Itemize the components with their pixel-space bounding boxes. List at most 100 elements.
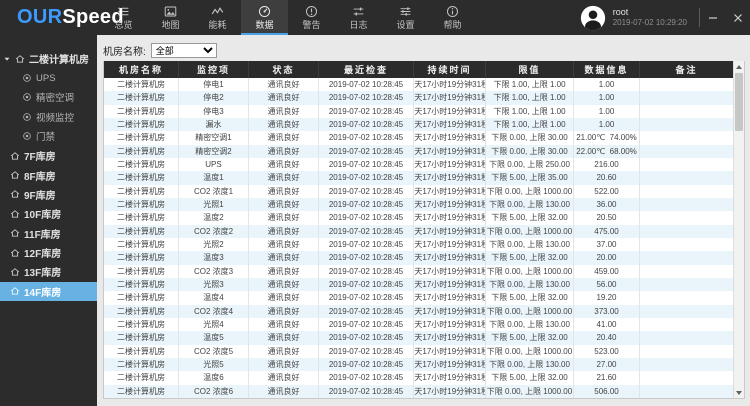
table-row[interactable]: 二楼计算机房漏水通讯良好2019-07-02 10:28:453天17小时19分…: [104, 118, 733, 131]
sidebar-item[interactable]: 13F库房: [0, 262, 97, 281]
table-cell: [640, 211, 733, 224]
sidebar-item[interactable]: 11F库房: [0, 224, 97, 243]
table-row[interactable]: 二楼计算机房CO2 浓度2通讯良好2019-07-02 10:28:453天17…: [104, 225, 733, 238]
table-row[interactable]: 二楼计算机房CO2 浓度3通讯良好2019-07-02 10:28:453天17…: [104, 265, 733, 278]
scroll-up-button[interactable]: [734, 61, 744, 72]
table-cell: [640, 385, 733, 398]
table-cell: 二楼计算机房: [104, 171, 179, 184]
sidebar-item[interactable]: 8F库房: [0, 165, 97, 184]
table-cell: 3天17小时19分钟31秒: [414, 145, 486, 158]
table-row[interactable]: 二楼计算机房光照1通讯良好2019-07-02 10:28:453天17小时19…: [104, 198, 733, 211]
table-cell: 二楼计算机房: [104, 278, 179, 291]
caret-down-icon: [3, 55, 11, 63]
table-cell: 下限 5.00, 上限 32.00: [486, 211, 574, 224]
table-row[interactable]: 二楼计算机房光照5通讯良好2019-07-02 10:28:453天17小时19…: [104, 358, 733, 371]
table-cell: 下限 5.00, 上限 32.00: [486, 371, 574, 384]
table-row[interactable]: 二楼计算机房温度4通讯良好2019-07-02 10:28:453天17小时19…: [104, 291, 733, 304]
sidebar-item[interactable]: UPS: [0, 68, 97, 87]
nav-item-help[interactable]: 帮助: [429, 0, 476, 35]
username: root: [613, 7, 687, 18]
minimize-button[interactable]: [700, 0, 725, 35]
nav-item-label: 设置: [396, 21, 414, 30]
vertical-scrollbar[interactable]: [733, 61, 744, 398]
table-cell: 2019-07-02 10:28:45: [319, 331, 414, 344]
table-cell: 光照1: [179, 198, 249, 211]
table-row[interactable]: 二楼计算机房光照3通讯良好2019-07-02 10:28:453天17小时19…: [104, 278, 733, 291]
sidebar-item-label: 14F库房: [24, 284, 61, 299]
table-row[interactable]: 二楼计算机房温度2通讯良好2019-07-02 10:28:453天17小时19…: [104, 211, 733, 224]
room-filter-select[interactable]: 全部: [151, 43, 217, 58]
table-cell: 通讯良好: [249, 251, 319, 264]
column-header: 状态: [249, 61, 319, 78]
table-row[interactable]: 二楼计算机房温度3通讯良好2019-07-02 10:28:453天17小时19…: [104, 251, 733, 264]
table-cell: [640, 345, 733, 358]
sidebar-item[interactable]: 9F库房: [0, 185, 97, 204]
table-row[interactable]: 二楼计算机房光照4通讯良好2019-07-02 10:28:453天17小时19…: [104, 318, 733, 331]
table-row[interactable]: 二楼计算机房温度5通讯良好2019-07-02 10:28:453天17小时19…: [104, 331, 733, 344]
sidebar-item[interactable]: 14F库房: [0, 282, 97, 301]
table-cell: 3天17小时19分钟31秒: [414, 91, 486, 104]
scrollbar-thumb[interactable]: [735, 73, 743, 131]
table-cell: 温度6: [179, 371, 249, 384]
sidebar-item[interactable]: 视频监控: [0, 107, 97, 126]
nav-item-alert[interactable]: 警告: [288, 0, 335, 35]
table-cell: 2019-07-02 10:28:45: [319, 225, 414, 238]
table-row[interactable]: 二楼计算机房CO2 浓度4通讯良好2019-07-02 10:28:453天17…: [104, 305, 733, 318]
close-button[interactable]: [725, 0, 750, 35]
table-row[interactable]: 二楼计算机房停电3通讯良好2019-07-02 10:28:453天17小时19…: [104, 105, 733, 118]
table-row[interactable]: 二楼计算机房UPS通讯良好2019-07-02 10:28:453天17小时19…: [104, 158, 733, 171]
table-row[interactable]: 二楼计算机房温度1通讯良好2019-07-02 10:28:453天17小时19…: [104, 171, 733, 184]
table-row[interactable]: 二楼计算机房停电2通讯良好2019-07-02 10:28:453天17小时19…: [104, 91, 733, 104]
table-cell: 21.60: [574, 371, 640, 384]
table-cell: 光照3: [179, 278, 249, 291]
table-cell: 459.00: [574, 265, 640, 278]
table-cell: [640, 105, 733, 118]
table-cell: 通讯良好: [249, 358, 319, 371]
table-row[interactable]: 二楼计算机房温度6通讯良好2019-07-02 10:28:453天17小时19…: [104, 371, 733, 384]
table-cell: 温度5: [179, 331, 249, 344]
table-cell: [640, 91, 733, 104]
table-cell: 二楼计算机房: [104, 318, 179, 331]
sidebar-item[interactable]: 7F库房: [0, 146, 97, 165]
table-cell: 3天17小时19分钟31秒: [414, 345, 486, 358]
table-cell: 通讯良好: [249, 91, 319, 104]
user-menu[interactable]: root 2019-07-02 10:29:20: [579, 0, 687, 35]
table-cell: 506.00: [574, 385, 640, 398]
sidebar-item[interactable]: 10F库房: [0, 204, 97, 223]
sidebar-item[interactable]: 门禁: [0, 127, 97, 146]
home-icon: [10, 267, 20, 277]
table-row[interactable]: 二楼计算机房CO2 浓度5通讯良好2019-07-02 10:28:453天17…: [104, 345, 733, 358]
table-cell: 二楼计算机房: [104, 91, 179, 104]
table-cell: CO2 浓度1: [179, 185, 249, 198]
table-cell: 2019-07-02 10:28:45: [319, 238, 414, 251]
nav-item-energy[interactable]: 能耗: [194, 0, 241, 35]
table-cell: 2019-07-02 10:28:45: [319, 318, 414, 331]
table-cell: [640, 371, 733, 384]
table-row[interactable]: 二楼计算机房精密空调2通讯良好2019-07-02 10:28:453天17小时…: [104, 145, 733, 158]
nav-item-label: 日志: [349, 21, 367, 30]
sidebar-item[interactable]: 12F库房: [0, 243, 97, 262]
triangle-up-icon: [736, 65, 742, 69]
table-cell: 41.00: [574, 318, 640, 331]
nav-item-log[interactable]: 日志: [335, 0, 382, 35]
table-row[interactable]: 二楼计算机房精密空调1通讯良好2019-07-02 10:28:453天17小时…: [104, 131, 733, 144]
sidebar-item-label: 9F库房: [24, 187, 56, 202]
nav-item-settings[interactable]: 设置: [382, 0, 429, 35]
table-row[interactable]: 二楼计算机房CO2 浓度1通讯良好2019-07-02 10:28:453天17…: [104, 185, 733, 198]
nav-item-label: 数据: [255, 21, 273, 30]
table-cell: 二楼计算机房: [104, 385, 179, 398]
table-cell: 20.00: [574, 251, 640, 264]
table-cell: 通讯良好: [249, 145, 319, 158]
nav-item-map[interactable]: 地图: [147, 0, 194, 35]
sidebar-item[interactable]: 精密空调: [0, 88, 97, 107]
nav-item-data[interactable]: 数据: [241, 0, 288, 35]
nav-item-overview[interactable]: 总览: [100, 0, 147, 35]
table-row[interactable]: 二楼计算机房停电1通讯良好2019-07-02 10:28:453天17小时19…: [104, 78, 733, 91]
table-cell: [640, 78, 733, 91]
datetime: 2019-07-02 10:29:20: [613, 18, 687, 28]
sidebar-item[interactable]: 二楼计算机房: [0, 49, 97, 68]
table-cell: 通讯良好: [249, 78, 319, 91]
scroll-down-button[interactable]: [734, 387, 744, 398]
table-row[interactable]: 二楼计算机房光照2通讯良好2019-07-02 10:28:453天17小时19…: [104, 238, 733, 251]
table-row[interactable]: 二楼计算机房CO2 浓度6通讯良好2019-07-02 10:28:453天17…: [104, 385, 733, 398]
